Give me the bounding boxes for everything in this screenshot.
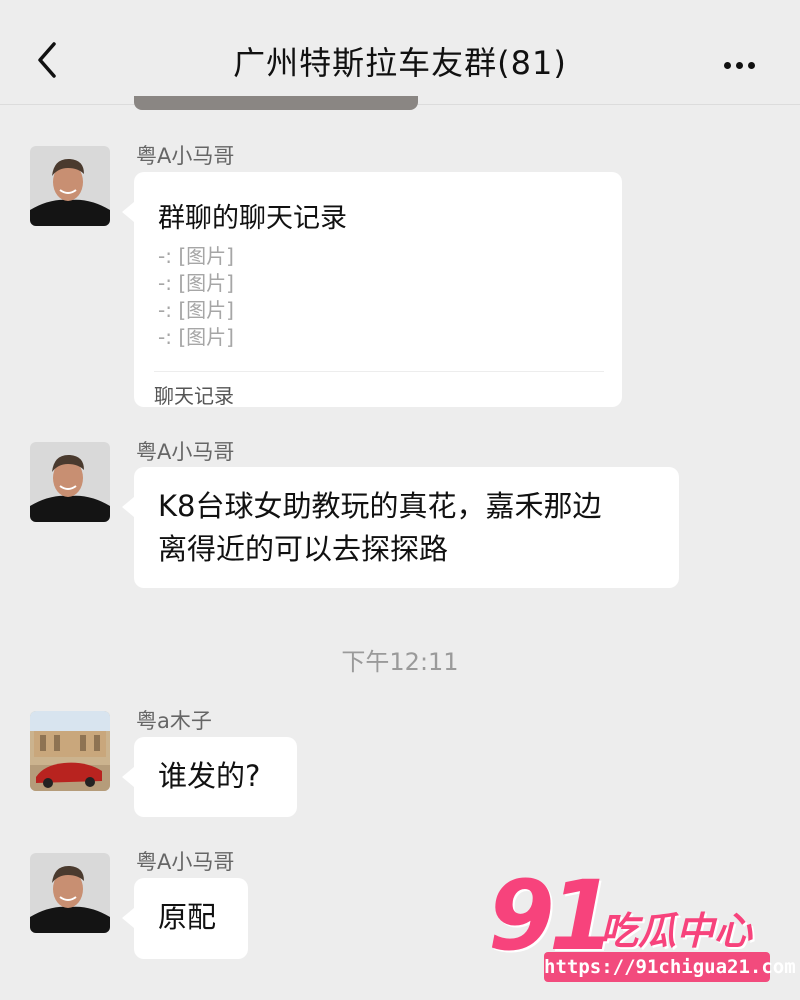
watermark-logo-text: 吃瓜中心 <box>600 909 753 953</box>
avatar-man-icon <box>30 442 110 522</box>
timestamp: 下午12:11 <box>341 648 459 676</box>
more-button[interactable] <box>724 54 760 69</box>
chat-record-title: 群聊的聊天记录 <box>158 203 347 234</box>
avatar[interactable] <box>30 853 110 933</box>
previous-image-message[interactable] <box>134 96 418 110</box>
chat-title: 广州特斯拉车友群(81) <box>233 44 567 82</box>
avatar[interactable] <box>30 146 110 226</box>
message-text: 谁发的? <box>158 759 261 793</box>
more-dots-icon <box>724 62 731 69</box>
sender-name: 粤A小马哥 <box>136 144 235 168</box>
message-text: 离得近的可以去探探路 <box>158 532 449 566</box>
sender-name: 粤a木子 <box>136 709 212 733</box>
chat-record-line: -: [图片] <box>158 271 234 295</box>
chat-record-line: -: [图片] <box>158 325 234 349</box>
message-text: 原配 <box>158 900 217 934</box>
watermark: 91 吃瓜中心 https://91chigua21.com <box>480 860 796 990</box>
chat-record-bubble[interactable]: 群聊的聊天记录 -: [图片] -: [图片] -: [图片] -: [图片] … <box>122 172 622 408</box>
message-bubble[interactable]: K8台球女助教玩的真花，嘉禾那边 离得近的可以去探探路 <box>122 467 679 588</box>
chat-record-line: -: [图片] <box>158 244 234 268</box>
chat-record-line: -: [图片] <box>158 298 234 322</box>
avatar[interactable] <box>30 711 110 791</box>
watermark-url: https://91chigua21.com <box>544 952 796 982</box>
message-bubble[interactable]: 原配 <box>122 878 248 959</box>
chat-header: 广州特斯拉车友群(81) <box>0 0 800 105</box>
sender-name: 粤A小马哥 <box>136 850 235 874</box>
avatar-man-icon <box>30 146 110 226</box>
message-text: K8台球女助教玩的真花，嘉禾那边 <box>158 489 602 523</box>
message-bubble[interactable]: 谁发的? <box>122 737 297 817</box>
avatar[interactable] <box>30 442 110 522</box>
sender-name: 粤A小马哥 <box>136 440 235 464</box>
avatar-car-icon <box>30 711 110 791</box>
chat-record-footer: 聊天记录 <box>154 384 234 408</box>
avatar-man-icon <box>30 853 110 933</box>
